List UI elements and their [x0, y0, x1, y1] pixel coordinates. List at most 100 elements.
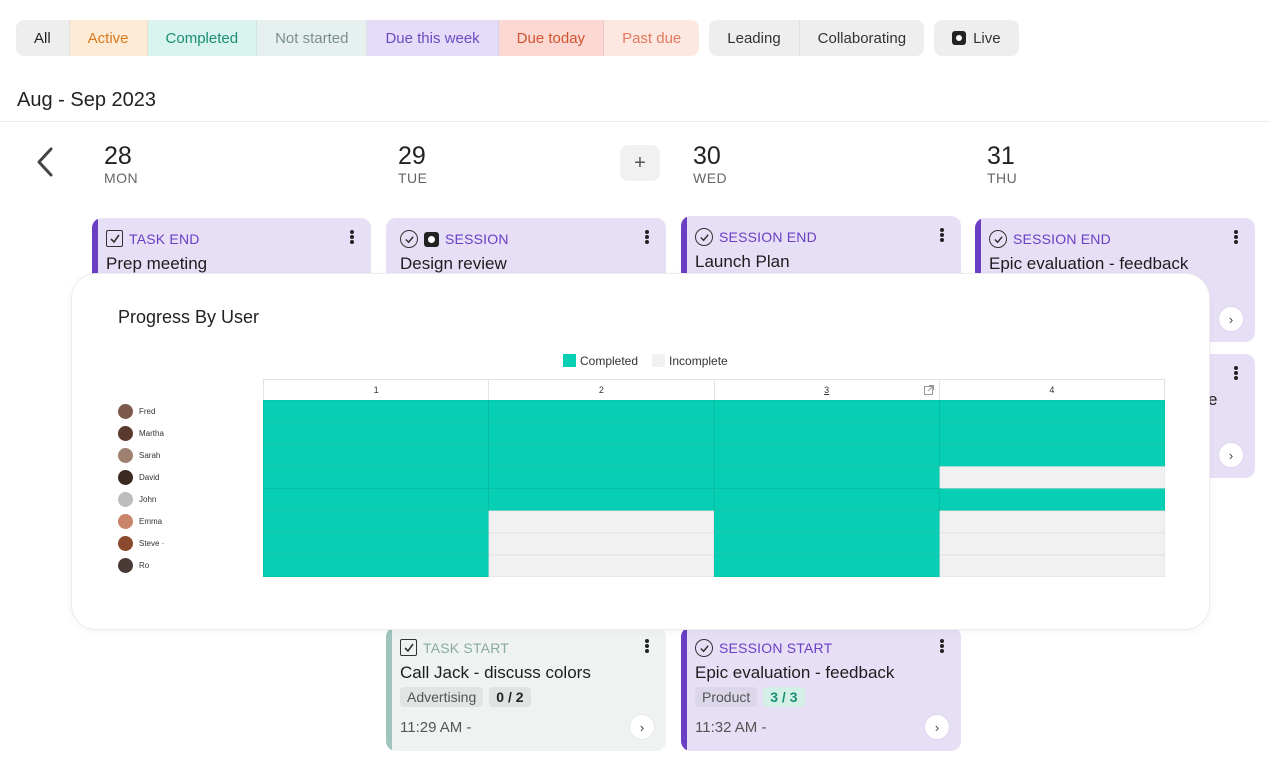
heatmap-cell — [939, 422, 1165, 445]
filter-active[interactable]: Active — [69, 20, 148, 56]
avatar — [118, 557, 133, 573]
column-header-4: 4 — [940, 380, 1164, 401]
column-header-label: 4 — [1049, 385, 1055, 395]
legend-incomplete-label: Incomplete — [669, 354, 728, 368]
heatmap-cell — [714, 444, 940, 467]
heatmap-cell — [488, 444, 714, 467]
filter-completed-label: Completed — [165, 29, 239, 47]
event-card-call-jack[interactable]: TASK START Call Jack - discuss colors Ad… — [386, 627, 666, 751]
filter-past-due[interactable]: Past due — [604, 20, 700, 56]
chevron-right-icon[interactable]: › — [1219, 443, 1243, 467]
chevron-right-icon[interactable]: › — [1219, 307, 1243, 331]
heatmap-cell — [263, 532, 489, 555]
check-circle-icon — [695, 228, 713, 246]
avatar — [118, 535, 133, 551]
filter-collaborating[interactable]: Collaborating — [799, 20, 925, 56]
user-name: Ro — [139, 560, 150, 570]
heatmap-cell — [488, 554, 714, 577]
user-row-label: Martha — [118, 422, 258, 444]
user-row-label: Fred — [118, 400, 258, 422]
heatmap-cell — [714, 510, 940, 533]
heatmap-cell — [939, 466, 1165, 489]
progress-by-user-panel: Progress By User Completed Incomplete 1 2… — [72, 274, 1209, 629]
column-header-label: 3 — [824, 385, 830, 395]
header-divider — [0, 121, 1270, 122]
legend-swatch — [652, 354, 666, 367]
heatmap-cell — [488, 488, 714, 511]
more-options-icon[interactable] — [1231, 364, 1241, 382]
heatmap-cell — [488, 400, 714, 423]
avatar — [118, 491, 133, 507]
user-name: Fred — [139, 406, 156, 416]
filter-leading[interactable]: Leading — [709, 20, 800, 56]
card-type-row: SESSION START — [695, 639, 832, 657]
panel-title: Progress By User — [118, 307, 260, 327]
record-icon — [424, 231, 439, 247]
heatmap-cell — [714, 488, 940, 511]
filter-due-today[interactable]: Due today — [498, 20, 605, 56]
chart-column-headers: 1 2 3 4 — [263, 379, 1165, 401]
card-type-label: TASK END — [129, 230, 200, 247]
heatmap-cell — [714, 532, 940, 555]
avatar — [118, 425, 133, 441]
more-options-icon[interactable] — [347, 228, 357, 246]
filter-all-label: All — [34, 29, 51, 47]
filter-due-this-week[interactable]: Due this week — [367, 20, 499, 56]
card-title: Epic evaluation - feedback — [989, 254, 1189, 273]
chevron-right-icon[interactable]: › — [630, 715, 654, 739]
role-filter-group: Leading Collaborating — [709, 20, 925, 56]
task-checkbox-icon — [106, 230, 123, 247]
user-row-label: John — [118, 488, 258, 510]
heatmap-cell — [939, 400, 1165, 423]
check-circle-icon — [695, 639, 713, 657]
card-title: Call Jack - discuss colors — [400, 663, 591, 682]
heatmap-cell — [263, 554, 489, 577]
more-options-icon[interactable] — [642, 228, 652, 246]
check-circle-icon — [400, 230, 418, 248]
more-options-icon[interactable] — [937, 226, 947, 244]
card-title: Prep meeting — [106, 254, 208, 273]
column-header-2: 2 — [489, 380, 715, 401]
card-type-label: SESSION END — [1013, 231, 1111, 247]
legend-incomplete: Incomplete — [652, 354, 728, 368]
more-options-icon[interactable] — [1231, 228, 1241, 246]
check-circle-icon — [989, 230, 1007, 248]
avatar — [118, 403, 133, 419]
heatmap-cell — [263, 400, 489, 423]
legend-swatch — [563, 354, 576, 367]
add-event-button[interactable]: + — [620, 145, 660, 181]
filter-all[interactable]: All — [16, 20, 70, 56]
more-options-icon[interactable] — [937, 637, 947, 655]
avatar — [118, 513, 133, 529]
heatmap-cell — [263, 466, 489, 489]
column-header-3: 3 — [715, 380, 940, 401]
more-options-icon[interactable] — [642, 637, 652, 655]
filter-not-started[interactable]: Not started — [257, 20, 368, 56]
day-header-31: 31 THU — [987, 142, 1017, 186]
heatmap-cell — [714, 422, 940, 445]
filter-live-label: Live — [973, 29, 1001, 47]
heatmap-cell — [263, 488, 489, 511]
heatmap-cell — [488, 532, 714, 555]
user-name: John — [139, 494, 157, 504]
heatmap-cell — [263, 422, 489, 445]
day-header-29: 29 TUE — [398, 142, 428, 186]
day-number: 29 — [398, 142, 426, 170]
heatmap-cell — [714, 554, 940, 577]
heatmap-cell — [488, 466, 714, 489]
card-accent-bar — [681, 627, 687, 751]
heatmap-cell — [714, 466, 940, 489]
card-title: Launch Plan — [695, 252, 790, 271]
heatmap-cell — [263, 510, 489, 533]
event-card-epic-evaluation-start[interactable]: SESSION START Epic evaluation - feedback… — [681, 627, 961, 751]
chevron-right-icon[interactable]: › — [925, 715, 949, 739]
filter-live[interactable]: Live — [934, 20, 1019, 56]
chart-user-labels: Fred Martha Sarah David John Emma Steve · Ro — [118, 400, 258, 576]
card-tags: Advertising 0 / 2 — [400, 687, 531, 707]
filter-completed[interactable]: Completed — [147, 20, 258, 56]
external-link-icon[interactable] — [923, 385, 934, 395]
user-row-label: Steve · — [118, 532, 258, 554]
card-type-label: SESSION — [445, 231, 509, 247]
user-name: Sarah — [139, 450, 161, 460]
chevron-left-icon[interactable] — [34, 146, 58, 178]
